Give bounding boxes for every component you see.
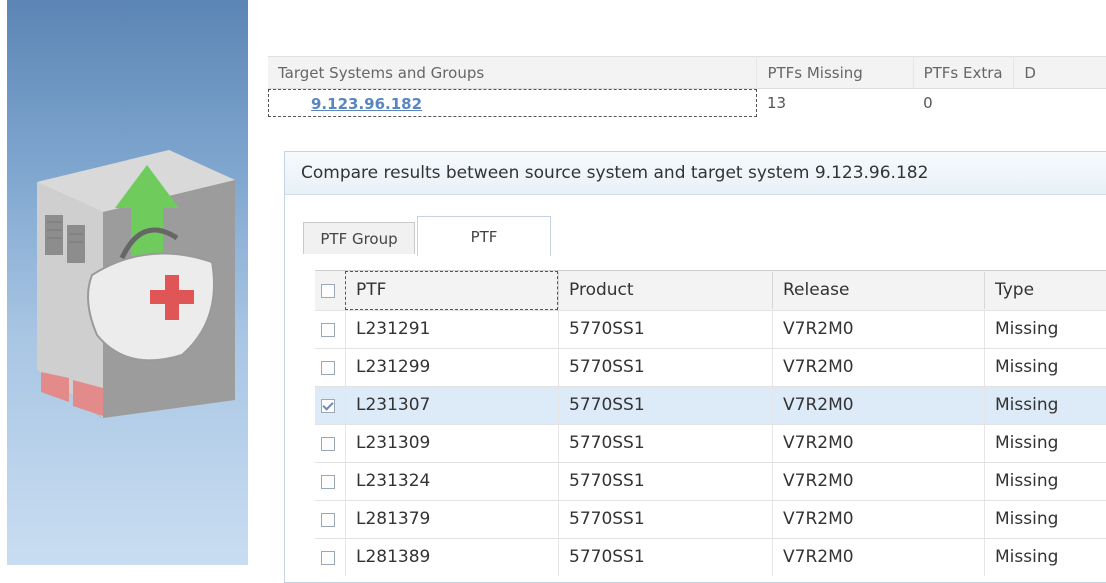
col-target-systems[interactable]: Target Systems and Groups [268, 56, 758, 89]
ptf-grid: PTF Product Release Type L231291 5770SS1… [315, 270, 1106, 577]
col-ptfs-missing[interactable]: PTFs Missing [756, 56, 914, 89]
tab-ptf-group[interactable]: PTF Group [303, 222, 415, 254]
target-row[interactable]: 9.123.96.182 13 0 [268, 88, 1106, 118]
col-type[interactable]: Type [984, 272, 1106, 309]
col-release[interactable]: Release [772, 272, 984, 309]
table-row[interactable]: L281379 5770SS1 V7R2M0 Missing [315, 500, 1106, 539]
row-checkbox[interactable] [321, 512, 335, 527]
server-with-medical-bag-icon [37, 150, 235, 418]
product-cell: 5770SS1 [558, 349, 772, 386]
release-cell: V7R2M0 [772, 463, 984, 500]
row-checkbox[interactable] [321, 322, 335, 337]
table-row[interactable]: L231291 5770SS1 V7R2M0 Missing [315, 310, 1106, 349]
ptf-cell: L281379 [345, 501, 558, 538]
table-row[interactable]: L231299 5770SS1 V7R2M0 Missing [315, 348, 1106, 387]
row-checkbox-checked[interactable] [321, 398, 335, 413]
row-checkbox[interactable] [321, 474, 335, 489]
type-cell: Missing [984, 311, 1106, 348]
col-ptf[interactable]: PTF [345, 271, 558, 310]
release-cell: V7R2M0 [772, 349, 984, 386]
table-row[interactable]: L231309 5770SS1 V7R2M0 Missing [315, 424, 1106, 463]
ptf-cell: L231309 [345, 425, 558, 462]
type-cell: Missing [984, 463, 1106, 500]
ptf-cell: L231299 [345, 349, 558, 386]
ptfs-missing-value: 13 [766, 94, 787, 112]
d-value [1014, 89, 1106, 118]
release-cell: V7R2M0 [772, 539, 984, 577]
ptf-cell: L231291 [345, 311, 558, 348]
col-d[interactable]: D [1013, 56, 1106, 89]
table-row[interactable]: L281389 5770SS1 V7R2M0 Missing [315, 538, 1106, 577]
target-table-header: Target Systems and Groups PTFs Missing P… [268, 56, 1106, 89]
product-cell: 5770SS1 [558, 463, 772, 500]
select-all-checkbox[interactable] [321, 283, 335, 298]
ptfs-extra-value: 0 [923, 94, 933, 112]
product-cell: 5770SS1 [558, 425, 772, 462]
row-checkbox[interactable] [321, 550, 335, 565]
type-cell: Missing [984, 539, 1106, 577]
product-cell: 5770SS1 [558, 311, 772, 348]
compare-results-title: Compare results between source system an… [285, 152, 1106, 195]
type-cell: Missing [984, 425, 1106, 462]
col-product[interactable]: Product [558, 272, 772, 309]
release-cell: V7R2M0 [772, 387, 984, 424]
type-cell: Missing [984, 349, 1106, 386]
ptf-cell: L281389 [345, 539, 558, 577]
type-cell: Missing [984, 501, 1106, 538]
wizard-banner [7, 0, 248, 565]
target-system-link[interactable]: 9.123.96.182 [268, 89, 757, 117]
tab-ptf[interactable]: PTF [417, 216, 551, 256]
release-cell: V7R2M0 [772, 425, 984, 462]
row-checkbox[interactable] [321, 360, 335, 375]
row-checkbox[interactable] [321, 436, 335, 451]
product-cell: 5770SS1 [558, 387, 772, 424]
product-cell: 5770SS1 [558, 501, 772, 538]
compare-results-panel: Compare results between source system an… [284, 151, 1106, 583]
col-ptfs-extra[interactable]: PTFs Extra [913, 56, 1015, 89]
type-cell: Missing [984, 387, 1106, 424]
ptf-cell: L231324 [345, 463, 558, 500]
ptf-cell: L231307 [345, 387, 558, 424]
product-cell: 5770SS1 [558, 539, 772, 577]
release-cell: V7R2M0 [772, 501, 984, 538]
target-systems-table: Target Systems and Groups PTFs Missing P… [268, 56, 1106, 117]
release-cell: V7R2M0 [772, 311, 984, 348]
table-row[interactable]: L231324 5770SS1 V7R2M0 Missing [315, 462, 1106, 501]
table-row-selected[interactable]: L231307 5770SS1 V7R2M0 Missing [315, 386, 1106, 425]
ptf-grid-header: PTF Product Release Type [315, 270, 1106, 311]
